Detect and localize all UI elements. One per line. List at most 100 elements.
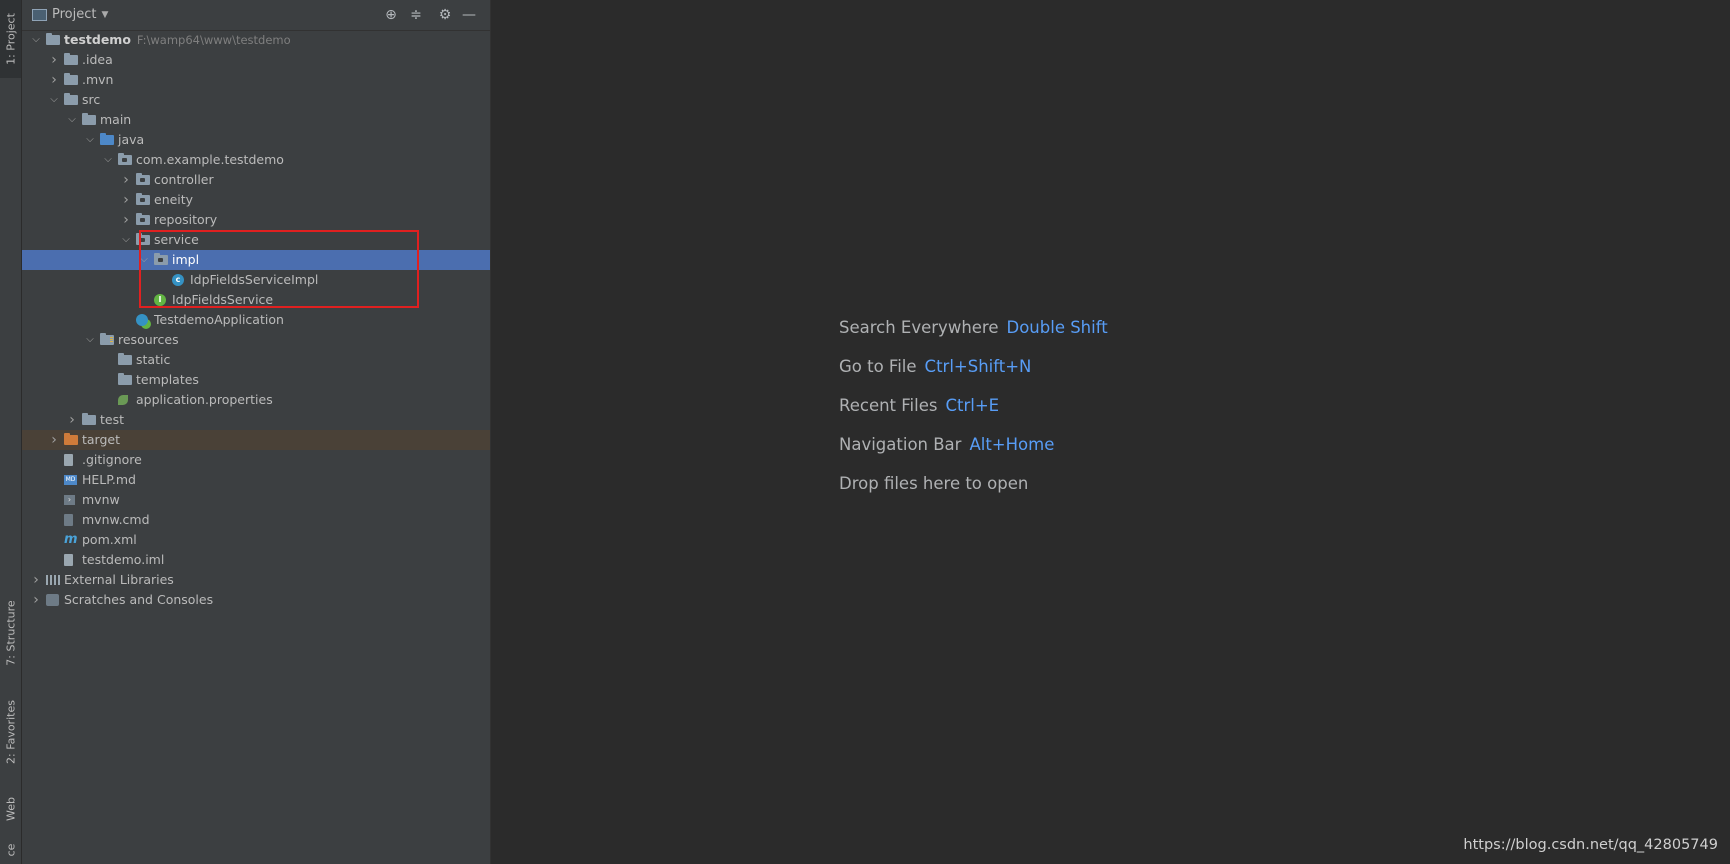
tree-item-text: .idea xyxy=(82,52,113,67)
tree-item[interactable]: › repository xyxy=(22,210,490,230)
tree-item-label: repository xyxy=(154,210,217,230)
chevron-right-icon[interactable]: › xyxy=(120,170,132,190)
tree-item[interactable]: › .idea xyxy=(22,50,490,70)
package-icon xyxy=(154,253,168,265)
tree-item-label: static xyxy=(136,350,170,370)
tree-item-text: pom.xml xyxy=(82,532,137,547)
hint-recent-files: Recent Files Ctrl+E xyxy=(839,394,1108,433)
gear-icon[interactable]: ⚙ xyxy=(436,6,454,24)
tree-item[interactable]: TestdemoApplication xyxy=(22,310,490,330)
chevron-right-icon[interactable]: › xyxy=(66,410,78,430)
chevron-right-icon[interactable]: › xyxy=(48,70,60,90)
chevron-down-icon[interactable]: ⌵ xyxy=(84,130,96,150)
tree-item[interactable]: › Scratches and Consoles xyxy=(22,590,490,610)
script-icon: › xyxy=(64,495,75,505)
editor-area[interactable] xyxy=(491,0,1730,864)
chevron-right-icon[interactable]: › xyxy=(30,570,42,590)
hide-icon[interactable]: — xyxy=(460,6,478,24)
chevron-down-icon[interactable]: ⌵ xyxy=(138,250,150,270)
tree-item-text: IdpFieldsService xyxy=(172,292,274,307)
tree-item[interactable]: c IdpFieldsServiceImpl xyxy=(22,270,490,290)
folder-icon xyxy=(64,73,78,85)
folder-icon xyxy=(82,113,96,125)
tab-favorites[interactable]: 2: Favorites xyxy=(0,690,21,774)
tree-item-label: main xyxy=(100,110,131,130)
package-icon xyxy=(118,153,132,165)
tree-item[interactable]: MD HELP.md xyxy=(22,470,490,490)
tab-web[interactable]: Web xyxy=(0,786,21,832)
tree-item-text: main xyxy=(100,112,132,127)
tab-project[interactable]: 1: Project xyxy=(0,0,21,78)
tree-item[interactable]: › test xyxy=(22,410,490,430)
package-icon xyxy=(136,213,150,225)
tree-item[interactable]: › eneity xyxy=(22,190,490,210)
tree-item-path: F:\wamp64\www\testdemo xyxy=(136,33,291,47)
tab-structure[interactable]: 7: Structure xyxy=(0,588,21,678)
tree-item[interactable]: templates xyxy=(22,370,490,390)
tree-item[interactable]: › controller xyxy=(22,170,490,190)
tree-item-text: target xyxy=(82,432,121,447)
chevron-right-icon[interactable]: › xyxy=(48,430,60,450)
tree-item[interactable]: ⌵ java xyxy=(22,130,490,150)
collapse-all-icon[interactable]: ≑ xyxy=(407,6,425,24)
project-view-selector[interactable]: Project ▼ xyxy=(32,7,108,22)
project-icon xyxy=(32,8,47,21)
chevron-right-icon[interactable]: › xyxy=(30,590,42,610)
hint-shortcut: Alt+Home xyxy=(969,435,1055,454)
tree-item[interactable]: testdemo.iml xyxy=(22,550,490,570)
tree-item[interactable]: ⌵ main xyxy=(22,110,490,130)
tree-item[interactable]: I IdpFieldsService xyxy=(22,290,490,310)
hint-text: Search Everywhere xyxy=(839,318,999,337)
tree-item-text: com.example.testdemo xyxy=(136,152,284,167)
tree-item-label: impl xyxy=(172,250,199,270)
tree-item-label: External Libraries xyxy=(64,570,174,590)
tree-item-text: TestdemoApplication xyxy=(154,312,284,327)
tree-item[interactable]: application.properties xyxy=(22,390,490,410)
tree-item[interactable]: ⌵ com.example.testdemo xyxy=(22,150,490,170)
tree-item-label: src xyxy=(82,90,100,110)
tree-item[interactable]: ⌵ testdemo F:\wamp64\www\testdemo xyxy=(22,30,490,50)
chevron-right-icon[interactable]: › xyxy=(48,50,60,70)
tree-item-label: java xyxy=(118,130,144,150)
file-icon xyxy=(64,454,73,466)
tree-item-label: target xyxy=(82,430,120,450)
tree-item-label: eneity xyxy=(154,190,193,210)
tree-item[interactable]: ⌵ service xyxy=(22,230,490,250)
chevron-right-icon[interactable]: › xyxy=(120,190,132,210)
tree-item[interactable]: › target xyxy=(22,430,490,450)
tree-item-text: .mvn xyxy=(82,72,114,87)
chevron-down-icon[interactable]: ⌵ xyxy=(66,110,78,130)
tree-item[interactable]: ⌵ src xyxy=(22,90,490,110)
tree-item-text: static xyxy=(136,352,171,367)
chevron-down-icon[interactable]: ⌵ xyxy=(30,30,42,50)
tree-item-text: test xyxy=(100,412,125,427)
tree-item-text: templates xyxy=(136,372,199,387)
chevron-down-icon[interactable]: ⌵ xyxy=(84,330,96,350)
tree-item[interactable]: static xyxy=(22,350,490,370)
tree-item-text: mvnw.cmd xyxy=(82,512,150,527)
interface-icon: I xyxy=(154,294,166,306)
tree-item[interactable]: › External Libraries xyxy=(22,570,490,590)
tree-item[interactable]: › mvnw xyxy=(22,490,490,510)
chevron-down-icon[interactable]: ⌵ xyxy=(102,150,114,170)
tree-item-text: resources xyxy=(118,332,179,347)
tree-item[interactable]: ⌵ impl xyxy=(22,250,490,270)
tree-item-text: src xyxy=(82,92,101,107)
tree-item[interactable]: mvnw.cmd xyxy=(22,510,490,530)
tree-item[interactable]: ⌵ resources xyxy=(22,330,490,350)
tree-item-text: .gitignore xyxy=(82,452,142,467)
tab-more-label: ce xyxy=(4,843,17,857)
locate-icon[interactable]: ⊕ xyxy=(382,6,400,24)
chevron-down-icon[interactable]: ⌵ xyxy=(48,90,60,110)
tree-item[interactable]: .gitignore xyxy=(22,450,490,470)
tree-item-label: test xyxy=(100,410,124,430)
tree-item[interactable]: › .mvn xyxy=(22,70,490,90)
file-icon xyxy=(64,514,73,526)
tab-more[interactable]: ce xyxy=(0,836,21,864)
chevron-right-icon[interactable]: › xyxy=(120,210,132,230)
tree-item-text: eneity xyxy=(154,192,194,207)
folder-icon xyxy=(82,413,96,425)
hint-drop-files: Drop files here to open xyxy=(839,472,1108,511)
chevron-down-icon[interactable]: ⌵ xyxy=(120,230,132,250)
tree-item[interactable]: m pom.xml xyxy=(22,530,490,550)
